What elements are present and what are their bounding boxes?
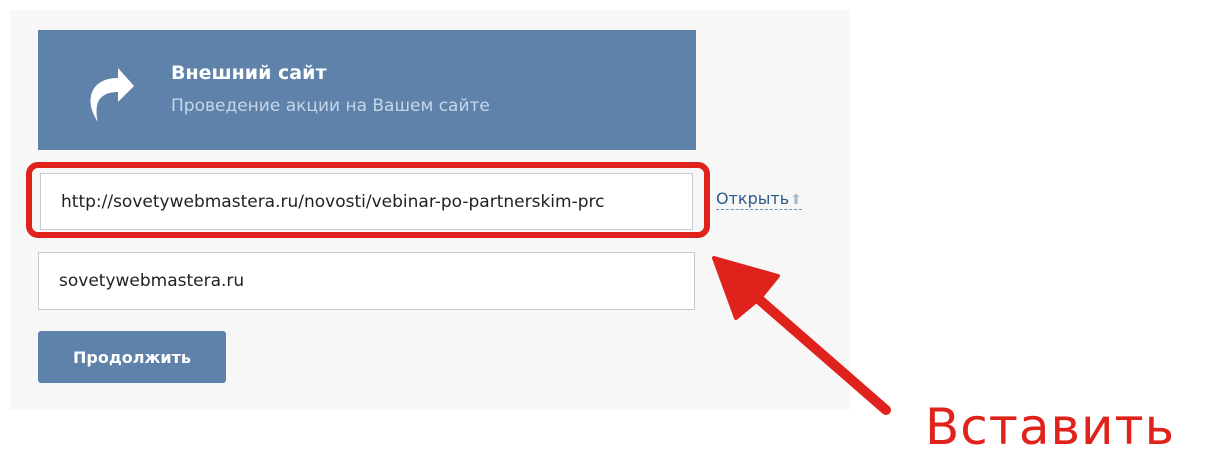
paste-callout-label: Вставить <box>925 398 1176 456</box>
card-subtitle: Проведение акции на Вашем сайте <box>171 96 490 116</box>
open-link[interactable]: Открыть⬆ <box>716 189 802 210</box>
site-url-input[interactable] <box>40 173 693 230</box>
arrow-up-icon: ⬆ <box>790 192 802 208</box>
card-title: Внешний сайт <box>171 62 327 84</box>
site-domain-input[interactable] <box>38 252 695 310</box>
continue-button[interactable]: Продолжить <box>38 331 226 383</box>
open-link-label: Открыть <box>716 189 790 208</box>
share-arrow-icon <box>90 68 134 122</box>
red-arrow-icon <box>712 256 891 415</box>
screenshot-stage: Внешний сайт Проведение акции на Вашем с… <box>0 0 1208 463</box>
external-site-card[interactable]: Внешний сайт Проведение акции на Вашем с… <box>38 30 696 150</box>
